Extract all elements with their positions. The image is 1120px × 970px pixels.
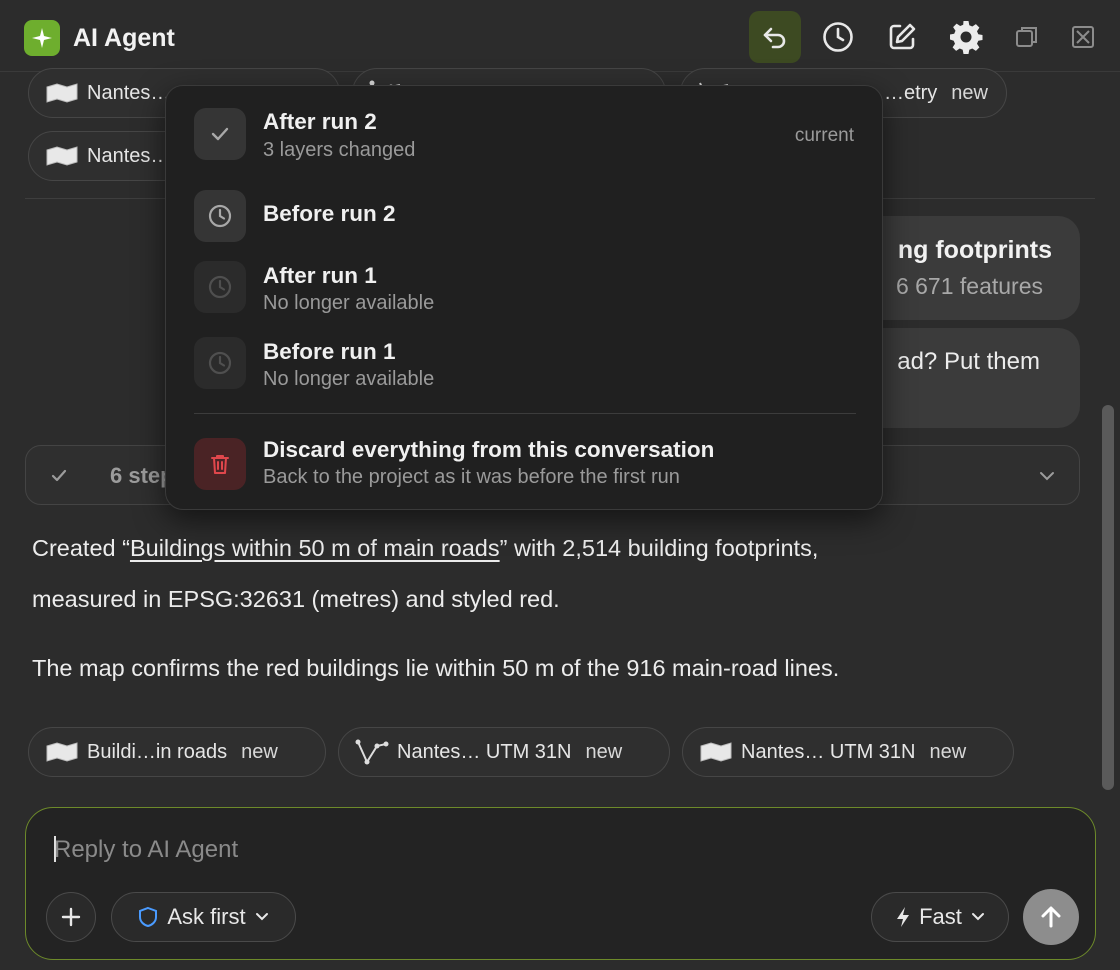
compose-icon — [889, 23, 916, 50]
discard-conversation-button[interactable]: Discard everything from this conversatio… — [166, 424, 884, 494]
line-layer-icon — [355, 739, 389, 765]
answer-line: measured in EPSG:32631 (metres) and styl… — [32, 586, 560, 612]
settings-button[interactable] — [940, 11, 992, 63]
answer-text: ” with 2,514 building footprints, — [499, 535, 819, 561]
composer: Ask first Fast — [25, 807, 1096, 960]
history-item-subtitle: No longer available — [263, 368, 435, 390]
gear-icon — [950, 21, 983, 54]
history-item-title: After run 1 — [263, 263, 377, 288]
new-chat-button[interactable] — [876, 11, 928, 63]
result-layer-chip[interactable]: Nantes… UTM 31N new — [682, 727, 1014, 777]
title-bar: AI Agent — [0, 0, 1120, 72]
history-item-after-run-2[interactable]: After run 2 3 layers changed current — [166, 98, 884, 168]
check-icon — [51, 469, 67, 482]
layer-chip-label: Nantes… — [87, 144, 171, 167]
undo-button[interactable] — [749, 11, 801, 63]
speed-select[interactable]: Fast — [871, 892, 1009, 942]
history-item-title: Before run 1 — [263, 339, 396, 364]
answer-line: Created “Buildings within 50 m of main r… — [32, 531, 818, 565]
scrollbar-thumb[interactable] — [1102, 405, 1114, 790]
clock-icon — [823, 22, 853, 52]
current-badge: current — [794, 125, 854, 146]
result-chip-label: Buildi…in roads — [87, 740, 228, 763]
speed-label: Fast — [919, 904, 962, 929]
discard-subtitle: Back to the project as it was before the… — [263, 466, 680, 488]
result-chip-label: Nantes… UTM 31N — [741, 740, 916, 763]
plus-icon — [61, 907, 81, 927]
new-badge: new — [585, 740, 623, 763]
restore-window-icon — [1016, 27, 1037, 47]
history-button[interactable] — [812, 11, 864, 63]
app-title: AI Agent — [73, 24, 175, 52]
layer-chip-label: Nantes… — [87, 81, 171, 104]
polygon-layer-icon — [46, 742, 78, 762]
layer-chip-label: …etry — [883, 81, 938, 104]
new-badge: new — [929, 740, 967, 763]
app-logo-sparkle-icon — [24, 20, 60, 56]
clock-icon — [194, 337, 246, 389]
history-item-before-run-2[interactable]: Before run 2 — [166, 181, 884, 251]
history-item-subtitle: 3 layers changed — [263, 139, 416, 161]
history-item-before-run-1: Before run 1 No longer available — [166, 328, 884, 398]
shield-icon — [139, 906, 158, 928]
layer-link[interactable]: Buildings within 50 m of main roads — [130, 535, 500, 561]
polygon-layer-icon — [700, 742, 732, 762]
undo-icon — [763, 27, 786, 49]
history-item-after-run-1: After run 1 No longer available — [166, 251, 884, 321]
answer-paragraph: The map confirms the red buildings lie w… — [32, 655, 840, 681]
history-item-subtitle: No longer available — [263, 292, 435, 314]
attach-button[interactable] — [46, 892, 96, 942]
new-badge: new — [241, 740, 278, 763]
arrow-up-icon — [1041, 906, 1061, 928]
new-badge: new — [951, 81, 988, 104]
trash-icon — [194, 438, 246, 490]
answer-text: Created “ — [32, 535, 130, 561]
restore-window-button[interactable] — [1001, 11, 1053, 63]
close-window-button[interactable] — [1057, 11, 1109, 63]
clock-icon — [194, 190, 246, 242]
result-chip-label: Nantes… UTM 31N — [397, 740, 572, 763]
chevron-down-icon — [1040, 472, 1054, 481]
check-icon — [194, 108, 246, 160]
reply-input[interactable] — [54, 830, 954, 870]
result-layer-chip[interactable]: Nantes… UTM 31N new — [338, 727, 670, 777]
history-item-title: Before run 2 — [263, 201, 396, 226]
close-window-icon — [1072, 26, 1094, 48]
menu-divider — [194, 413, 856, 414]
discard-title: Discard everything from this conversatio… — [263, 437, 715, 462]
chevron-down-icon — [971, 913, 984, 921]
polygon-layer-icon — [46, 83, 78, 103]
result-layer-chip[interactable]: Buildi…in roads new — [28, 727, 326, 777]
user-message-text: ad? Put them — [897, 348, 1040, 375]
history-popover: After run 2 3 layers changed current Bef… — [165, 85, 883, 510]
attachment-count: 6 671 features — [895, 273, 1043, 299]
send-button[interactable] — [1023, 889, 1079, 945]
lightning-icon — [897, 907, 910, 927]
attachment-title: ng footprints — [897, 236, 1052, 264]
permission-mode-select[interactable]: Ask first — [111, 892, 296, 942]
chevron-down-icon — [255, 913, 268, 921]
mode-label: Ask first — [167, 904, 246, 929]
clock-icon — [194, 261, 246, 313]
history-item-title: After run 2 — [263, 109, 377, 134]
polygon-layer-icon — [46, 146, 78, 166]
